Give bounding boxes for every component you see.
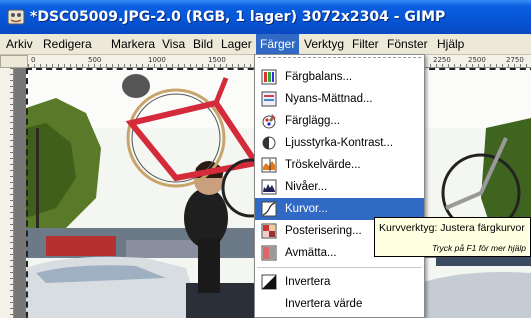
tooltip: Kurvverktyg: Justera färgkurvor Tryck på… — [374, 217, 531, 257]
ruler-label: 500 — [88, 56, 102, 64]
menu-bar: Arkiv Redigera Markera Visa Bild Lager F… — [0, 34, 531, 55]
colorize-icon — [262, 114, 276, 129]
ruler-label: 2250 — [433, 56, 451, 64]
menu-item-colorize[interactable]: Färglägg... — [255, 110, 424, 132]
menu-item-label: Kurvor... — [285, 203, 328, 215]
window-title: *DSC05009.JPG-2.0 (RGB, 1 lager) 3072x23… — [30, 9, 446, 25]
menu-item-label: Nyans-Mättnad... — [285, 93, 373, 105]
menu-item-color-balance[interactable]: Färgbalans... — [255, 66, 424, 88]
brightness-contrast-icon — [262, 136, 276, 150]
tear-off-line[interactable] — [258, 57, 421, 64]
menu-item-label: Posterisering... — [285, 225, 362, 237]
menu-bild[interactable]: Bild — [193, 37, 213, 51]
colors-menu: Färgbalans... Nyans-Mättnad... Färglägg.… — [254, 54, 425, 318]
menu-hjalp[interactable]: Hjälp — [437, 37, 464, 51]
menu-separator — [257, 267, 422, 268]
gimp-icon — [7, 9, 25, 25]
menu-item-threshold[interactable]: Tröskelvärde... — [255, 154, 424, 176]
levels-icon — [261, 179, 277, 195]
menu-verktyg[interactable]: Verktyg — [304, 37, 344, 51]
curves-icon — [261, 201, 277, 217]
color-balance-icon — [261, 69, 277, 85]
menu-redigera[interactable]: Redigera — [43, 37, 92, 51]
ruler-label: 1000 — [148, 56, 166, 64]
menu-item-invert[interactable]: Invertera — [255, 271, 424, 293]
menu-lager[interactable]: Lager — [221, 37, 252, 51]
menu-item-label: Invertera — [285, 276, 331, 288]
menu-item-label: Färglägg... — [285, 115, 340, 127]
menu-item-label: Avmätta... — [285, 247, 337, 259]
tooltip-help-hint: Tryck på F1 för mer hjälp — [432, 243, 526, 253]
menu-item-label: Ljusstyrka-Kontrast... — [285, 137, 394, 149]
menu-item-value-invert[interactable]: Invertera värde — [255, 293, 424, 315]
menu-farger[interactable]: Färger — [256, 34, 300, 54]
menu-fonster[interactable]: Fönster — [387, 37, 428, 51]
menu-item-label: Nivåer... — [285, 181, 328, 193]
tooltip-text: Kurvverktyg: Justera färgkurvor — [379, 222, 525, 234]
ruler-label: 2500 — [468, 56, 486, 64]
menu-filter[interactable]: Filter — [352, 37, 379, 51]
ruler-label: 2750 — [506, 56, 524, 64]
menu-item-levels[interactable]: Nivåer... — [255, 176, 424, 198]
menu-item-label: Tröskelvärde... — [285, 159, 361, 171]
ruler-corner[interactable] — [0, 55, 28, 68]
menu-arkiv[interactable]: Arkiv — [6, 37, 33, 51]
hue-saturation-icon — [261, 91, 277, 107]
menu-item-label: Invertera värde — [285, 298, 363, 310]
menu-markera[interactable]: Markera — [111, 37, 155, 51]
vertical-ruler[interactable] — [0, 68, 14, 318]
ruler-label: 0 — [31, 56, 36, 64]
threshold-icon — [261, 157, 277, 173]
menu-item-hue-saturation[interactable]: Nyans-Mättnad... — [255, 88, 424, 110]
desaturate-icon — [261, 245, 277, 261]
posterize-icon — [261, 223, 277, 239]
menu-visa[interactable]: Visa — [162, 37, 185, 51]
menu-item-label: Färgbalans... — [285, 71, 353, 83]
ruler-label: 1500 — [208, 56, 226, 64]
title-bar[interactable]: *DSC05009.JPG-2.0 (RGB, 1 lager) 3072x23… — [0, 0, 531, 35]
invert-icon — [261, 274, 277, 290]
menu-item-brightness-contrast[interactable]: Ljusstyrka-Kontrast... — [255, 132, 424, 154]
